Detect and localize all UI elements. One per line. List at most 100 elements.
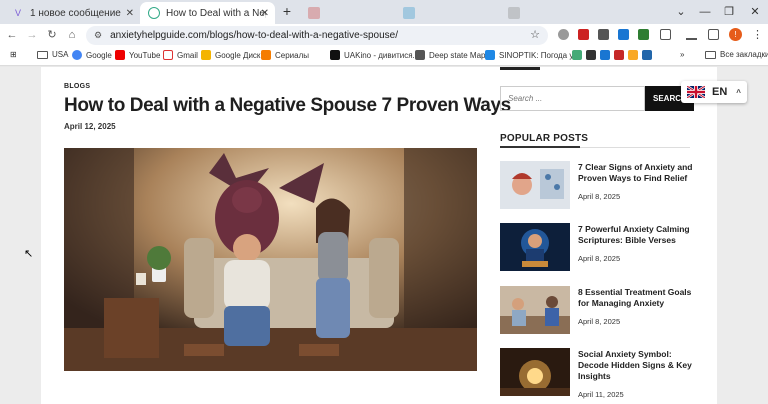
tab-favicon-icon bbox=[508, 7, 520, 19]
google-icon bbox=[72, 50, 82, 60]
page-title: How to Deal with a Negative Spouse 7 Pro… bbox=[64, 95, 511, 116]
post-category[interactable]: BLOGS bbox=[64, 83, 90, 90]
tab-title: How to Deal with a Negative Spo bbox=[166, 7, 266, 19]
v-icon: V bbox=[14, 8, 21, 18]
post-title[interactable]: Social Anxiety Symbol: Decode Hidden Sig… bbox=[578, 349, 696, 382]
address-bar[interactable]: ⚙ anxietyhelpguide.com/blogs/how-to-deal… bbox=[86, 26, 548, 45]
bookmark-deepstate[interactable]: Deep state Map bbox=[415, 50, 485, 60]
bookmark-label: SINOPTIK: Погода у... bbox=[499, 50, 580, 60]
downloads-icon[interactable] bbox=[686, 29, 697, 40]
bookmark-label: Gmail bbox=[177, 50, 198, 60]
post-date: April 11, 2025 bbox=[578, 390, 624, 399]
uk-flag-icon bbox=[687, 86, 705, 98]
bookmark-icon bbox=[600, 50, 610, 60]
extension-icon[interactable] bbox=[598, 29, 609, 40]
all-bookmarks[interactable]: Все закладки bbox=[705, 50, 768, 59]
language-code: EN bbox=[712, 86, 728, 98]
bookmark-sinoptik[interactable]: SINOPTIK: Погода у... bbox=[485, 50, 579, 60]
bookmark-icon bbox=[628, 50, 638, 60]
extension-icon[interactable] bbox=[618, 29, 629, 40]
bookmark-star-icon[interactable]: ☆ bbox=[530, 28, 540, 41]
post-date: April 8, 2025 bbox=[578, 254, 621, 263]
post-title[interactable]: 8 Essential Treatment Goals for Managing… bbox=[578, 287, 696, 309]
post-thumbnail[interactable] bbox=[500, 223, 570, 271]
bookmark-label: Google Диск bbox=[215, 50, 261, 60]
bookmark-label: Сериалы bbox=[275, 50, 310, 60]
map-icon bbox=[415, 50, 425, 60]
divider-accent bbox=[500, 146, 580, 148]
folder-icon bbox=[705, 50, 716, 59]
post-title[interactable]: 7 Powerful Anxiety Calming Scriptures: B… bbox=[578, 224, 696, 246]
profile-avatar[interactable]: ! bbox=[729, 28, 742, 41]
back-icon[interactable]: ← bbox=[4, 27, 20, 43]
bookmark-series[interactable]: Сериалы bbox=[261, 50, 309, 60]
bookmark-uakino[interactable]: UAKino - дивитися... bbox=[330, 50, 419, 60]
tab-background[interactable] bbox=[300, 2, 390, 24]
post-thumbnail[interactable] bbox=[500, 161, 570, 209]
bookmark-icon bbox=[586, 50, 596, 60]
tab-favicon-icon bbox=[403, 7, 415, 19]
mouse-cursor-icon: ↖ bbox=[24, 248, 34, 260]
post-date: April 8, 2025 bbox=[578, 317, 621, 326]
tab-messages[interactable]: V 1 новое сообщение ✕ bbox=[4, 2, 140, 24]
popular-posts-heading: POPULAR POSTS bbox=[500, 133, 589, 144]
post-thumbnail[interactable] bbox=[500, 348, 570, 396]
close-window-icon[interactable]: ✕ bbox=[740, 0, 768, 24]
bookmark-icon bbox=[642, 50, 652, 60]
extensions-puzzle-icon[interactable] bbox=[660, 29, 671, 40]
search-input[interactable]: Search ... bbox=[500, 86, 645, 111]
home-icon[interactable]: ⌂ bbox=[64, 27, 80, 43]
new-tab-button[interactable]: + bbox=[279, 4, 295, 20]
bookmark-icon bbox=[572, 50, 582, 60]
bookmark-label: Google bbox=[86, 50, 112, 60]
bookmark-label: Deep state Map bbox=[429, 50, 486, 60]
reload-icon[interactable]: ↻ bbox=[44, 27, 60, 43]
bookmark-google-drive[interactable]: Google Диск bbox=[201, 50, 260, 60]
url-text: anxietyhelpguide.com/blogs/how-to-deal-w… bbox=[110, 30, 399, 41]
close-icon[interactable]: ✕ bbox=[126, 8, 134, 19]
bookmark-label: YouTube bbox=[129, 50, 161, 60]
tab-strip: V 1 новое сообщение ✕ How to Deal with a… bbox=[0, 0, 768, 24]
menu-icon[interactable]: ⋮ bbox=[752, 28, 763, 41]
bookmark-extra[interactable] bbox=[572, 50, 656, 60]
bookmark-icon bbox=[614, 50, 624, 60]
tab-title: 1 новое сообщение bbox=[30, 7, 121, 19]
bookmark-label: USA bbox=[52, 50, 69, 59]
bookmark-label: Все закладки bbox=[720, 50, 768, 59]
tab-background[interactable] bbox=[500, 2, 600, 24]
apps-icon[interactable]: ⊞ bbox=[10, 50, 17, 59]
bookmark-google[interactable]: Google bbox=[72, 50, 112, 60]
extension-icon[interactable] bbox=[638, 29, 649, 40]
youtube-icon bbox=[115, 50, 125, 60]
bookmarks-bar: ⊞ USA Google YouTube Gmail Google Диск С… bbox=[0, 46, 768, 66]
tab-favicon-icon bbox=[308, 7, 320, 19]
tab-article[interactable]: How to Deal with a Negative Spo ✕ bbox=[140, 2, 275, 24]
chevron-right-icon[interactable]: » bbox=[680, 50, 684, 59]
side-panel-icon[interactable] bbox=[708, 29, 719, 40]
extension-icon[interactable] bbox=[558, 29, 569, 40]
post-date: April 8, 2025 bbox=[578, 192, 621, 201]
site-info-icon[interactable]: ⚙ bbox=[94, 30, 102, 41]
widget-divider bbox=[500, 67, 540, 70]
folder-icon bbox=[37, 50, 48, 59]
post-thumbnail[interactable] bbox=[500, 286, 570, 334]
series-icon bbox=[261, 50, 271, 60]
bookmark-label: UAKino - дивитися... bbox=[344, 50, 420, 60]
bookmark-usa[interactable]: USA bbox=[37, 50, 68, 59]
tab-background[interactable] bbox=[395, 2, 495, 24]
web-page: BLOGS How to Deal with a Negative Spouse… bbox=[0, 67, 768, 404]
chevron-up-icon: ^ bbox=[736, 87, 741, 97]
drive-icon bbox=[201, 50, 211, 60]
featured-image bbox=[64, 148, 477, 371]
post-title[interactable]: 7 Clear Signs of Anxiety and Proven Ways… bbox=[578, 162, 696, 184]
site-favicon-icon bbox=[148, 7, 160, 19]
post-date: April 12, 2025 bbox=[64, 122, 116, 131]
uakino-icon bbox=[330, 50, 340, 60]
forward-icon[interactable]: → bbox=[24, 27, 40, 43]
bookmark-youtube[interactable]: YouTube bbox=[115, 50, 160, 60]
bookmark-gmail[interactable]: Gmail bbox=[163, 50, 198, 60]
extension-icon[interactable] bbox=[578, 29, 589, 40]
language-switcher[interactable]: EN ^ bbox=[681, 81, 747, 103]
close-icon[interactable]: ✕ bbox=[261, 8, 269, 19]
browser-toolbar: ← → ↻ ⌂ ⚙ anxietyhelpguide.com/blogs/how… bbox=[0, 24, 768, 46]
